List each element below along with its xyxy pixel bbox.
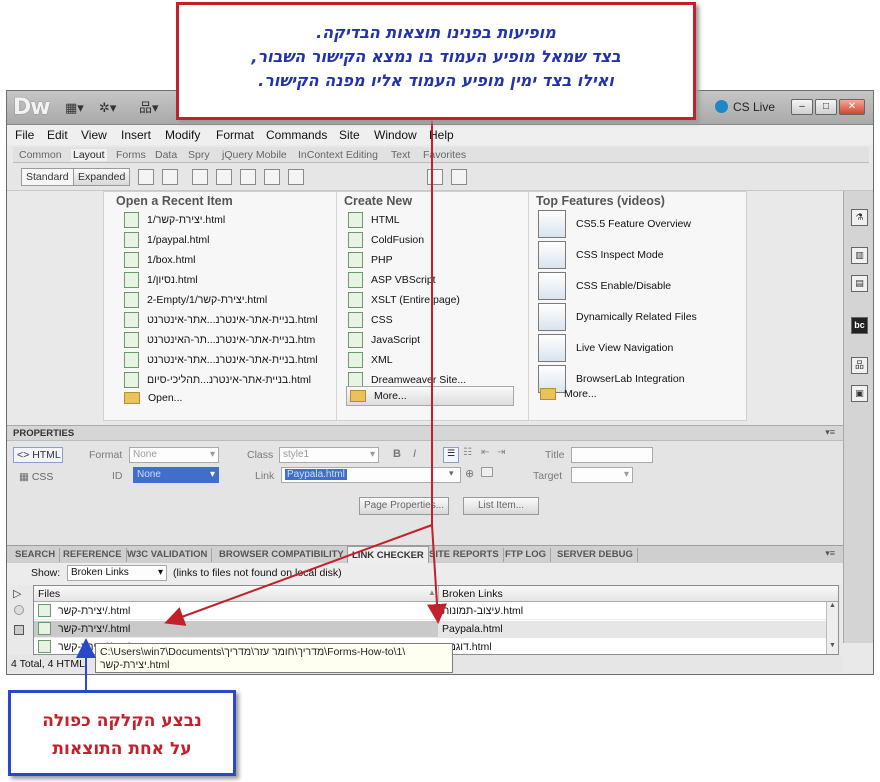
callout-line: נבצע הקלקה כפולה <box>42 711 202 731</box>
callout-line: ואילו בצד ימין מופיע העמוד אליו מפנה הקי… <box>258 71 614 90</box>
callout-results-explanation: מופיעות בפנינו תוצאות הבדיקה. בצד שמאל מ… <box>176 2 696 120</box>
arrow-to-file-column <box>164 524 433 626</box>
callout-double-click: נבצע הקלקה כפולה על אחת התוצאות <box>8 690 236 776</box>
callout-line: על אחת התוצאות <box>52 739 192 759</box>
callout-line: בצד שמאל מופיע העמוד בו נמצא הקישור השבו… <box>251 47 621 66</box>
arrow-to-broken-link <box>427 524 447 624</box>
callout-line: מופיעות בפנינו תוצאות הבדיקה. <box>316 23 556 42</box>
